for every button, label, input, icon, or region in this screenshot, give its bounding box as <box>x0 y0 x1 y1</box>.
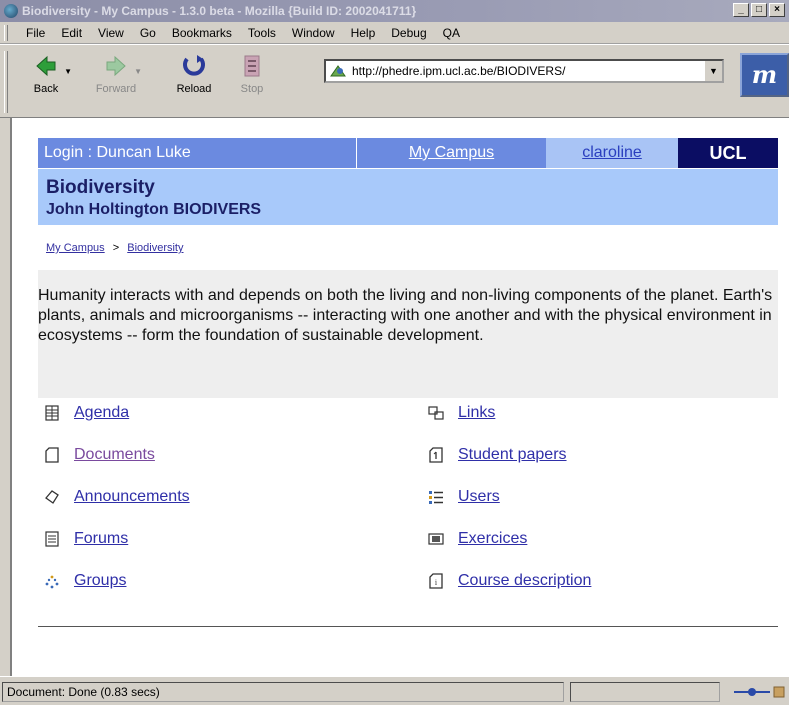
close-button[interactable]: × <box>769 3 785 17</box>
megaphone-icon <box>45 490 59 504</box>
stop-label: Stop <box>240 83 264 95</box>
forward-arrow-icon <box>106 55 126 77</box>
url-field[interactable]: http://phedre.ipm.ucl.ac.be/BIODIVERS/ ▼ <box>324 59 724 83</box>
document-icon <box>45 447 59 463</box>
reload-icon <box>183 55 205 76</box>
forward-dropdown-icon[interactable]: ▼ <box>134 67 142 76</box>
stop-icon <box>244 55 260 77</box>
menu-grip[interactable] <box>4 25 8 41</box>
forward-button[interactable]: Forward ▼ <box>86 53 146 95</box>
tool-documents-link[interactable]: Documents <box>74 446 155 464</box>
tool-course-description-link[interactable]: Course description <box>458 572 591 590</box>
mozilla-throbber-logo[interactable]: m <box>740 53 789 97</box>
course-banner: Biodiversity John Holtington BIODIVERS <box>38 169 778 225</box>
connection-status-icon[interactable] <box>730 683 786 701</box>
links-icon <box>428 406 444 420</box>
my-campus-link[interactable]: My Campus <box>409 144 494 161</box>
claroline-cell: claroline <box>546 138 678 168</box>
tool-agenda[interactable]: Agenda <box>44 404 129 422</box>
tool-announcements-link[interactable]: Announcements <box>74 488 190 506</box>
status-bar: Document: Done (0.83 secs) <box>0 676 789 705</box>
window-title-bar[interactable]: Biodiversity - My Campus - 1.3.0 beta - … <box>0 0 789 22</box>
tool-documents[interactable]: Documents <box>44 446 155 464</box>
course-subtitle: John Holtington BIODIVERS <box>46 201 262 218</box>
tool-agenda-link[interactable]: Agenda <box>74 404 129 422</box>
back-label: Back <box>33 83 59 95</box>
tool-links[interactable]: Links <box>428 404 495 422</box>
status-progress-panel <box>570 682 720 702</box>
url-dropdown-icon[interactable]: ▼ <box>704 61 722 81</box>
mozilla-app-icon <box>4 4 18 18</box>
tool-course-description[interactable]: i Course description <box>428 572 591 590</box>
tool-forums-link[interactable]: Forums <box>74 530 128 548</box>
breadcrumb: My Campus > Biodiversity <box>46 242 184 254</box>
tool-exercices[interactable]: Exercices <box>428 530 527 548</box>
tool-student-papers[interactable]: Student papers <box>428 446 567 464</box>
back-arrow-icon <box>36 55 56 77</box>
site-icon <box>330 65 346 77</box>
menu-help[interactable]: Help <box>343 26 384 40</box>
menu-bookmarks[interactable]: Bookmarks <box>164 26 240 40</box>
stop-button[interactable]: Stop <box>222 53 282 95</box>
course-description-text: Humanity interacts with and depends on b… <box>38 270 778 398</box>
tool-links-link[interactable]: Links <box>458 404 495 422</box>
minimize-button[interactable]: _ <box>733 3 749 17</box>
content-divider <box>38 626 778 627</box>
menu-edit[interactable]: Edit <box>53 26 90 40</box>
page-content: Login : Duncan Luke My Campus claroline … <box>10 118 789 676</box>
campus-header-bar: Login : Duncan Luke My Campus claroline … <box>38 138 778 168</box>
tool-users[interactable]: Users <box>428 488 500 506</box>
maximize-button[interactable]: □ <box>751 3 767 17</box>
login-status: Login : Duncan Luke <box>38 138 356 168</box>
window-controls: _ □ × <box>733 3 785 17</box>
users-icon <box>429 491 443 504</box>
menu-window[interactable]: Window <box>284 26 343 40</box>
back-button[interactable]: Back ▼ <box>16 53 76 95</box>
papers-icon <box>429 447 443 463</box>
menu-go[interactable]: Go <box>132 26 164 40</box>
tool-exercices-link[interactable]: Exercices <box>458 530 527 548</box>
menu-debug[interactable]: Debug <box>383 26 434 40</box>
tool-groups[interactable]: Groups <box>44 572 126 590</box>
url-text: http://phedre.ipm.ucl.ac.be/BIODIVERS/ <box>352 64 566 78</box>
course-title: Biodiversity <box>46 177 155 198</box>
forum-icon <box>45 531 59 547</box>
svg-text:i: i <box>435 578 438 587</box>
breadcrumb-home-link[interactable]: My Campus <box>46 242 105 254</box>
menu-view[interactable]: View <box>90 26 132 40</box>
window-title: Biodiversity - My Campus - 1.3.0 beta - … <box>22 4 417 18</box>
tool-forums[interactable]: Forums <box>44 530 128 548</box>
breadcrumb-current-link[interactable]: Biodiversity <box>127 242 183 254</box>
menu-file[interactable]: File <box>18 26 53 40</box>
calendar-grid-icon <box>45 405 59 421</box>
forward-label: Forward <box>95 83 137 95</box>
back-dropdown-icon[interactable]: ▼ <box>64 67 72 76</box>
tool-users-link[interactable]: Users <box>458 488 500 506</box>
tool-student-papers-link[interactable]: Student papers <box>458 446 567 464</box>
tool-groups-link[interactable]: Groups <box>74 572 126 590</box>
groups-icon <box>45 575 59 589</box>
menu-tools[interactable]: Tools <box>240 26 284 40</box>
claroline-link[interactable]: claroline <box>582 144 642 161</box>
breadcrumb-separator: > <box>112 242 120 254</box>
status-text: Document: Done (0.83 secs) <box>2 682 564 702</box>
toolbar-grip[interactable] <box>4 51 8 113</box>
info-doc-icon: i <box>429 573 443 589</box>
my-campus-cell: My Campus <box>356 138 546 168</box>
reload-button[interactable]: Reload <box>164 53 224 95</box>
tool-announcements[interactable]: Announcements <box>44 488 190 506</box>
exercises-icon <box>428 533 444 545</box>
ucl-logo[interactable]: UCL <box>678 138 778 168</box>
menu-qa[interactable]: QA <box>435 26 468 40</box>
navigation-toolbar: Back ▼ Forward ▼ Reload Stop http://phed… <box>0 44 789 118</box>
menu-bar: File Edit View Go Bookmarks Tools Window… <box>0 22 789 44</box>
reload-label: Reload <box>176 83 212 95</box>
